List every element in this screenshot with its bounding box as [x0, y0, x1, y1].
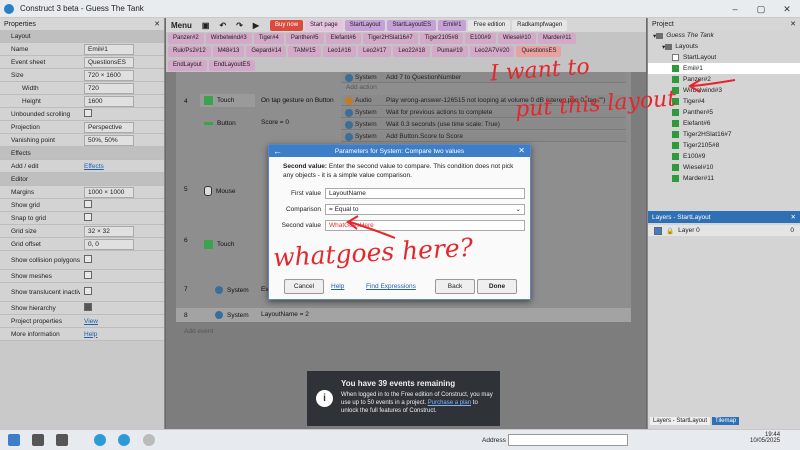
- clock[interactable]: 19:44 10/05/2025: [750, 432, 780, 444]
- address-label: Address: [482, 437, 506, 444]
- arrow-to-second-value-icon: [346, 215, 396, 239]
- address-input[interactable]: [508, 434, 628, 446]
- task-view-icon[interactable]: [32, 434, 44, 446]
- date: 10/05/2025: [750, 438, 781, 444]
- windows-start-icon[interactable]: [8, 434, 20, 446]
- construct-taskbar-icon[interactable]: [143, 434, 155, 446]
- annotation-arrows: [346, 79, 736, 239]
- file-explorer-icon[interactable]: [56, 434, 68, 446]
- browser-icon[interactable]: [118, 434, 130, 446]
- arrow-to-emil-icon: [688, 79, 736, 93]
- edge-icon[interactable]: [94, 434, 106, 446]
- windows-taskbar: Address 19:44 10/05/2025: [0, 429, 800, 450]
